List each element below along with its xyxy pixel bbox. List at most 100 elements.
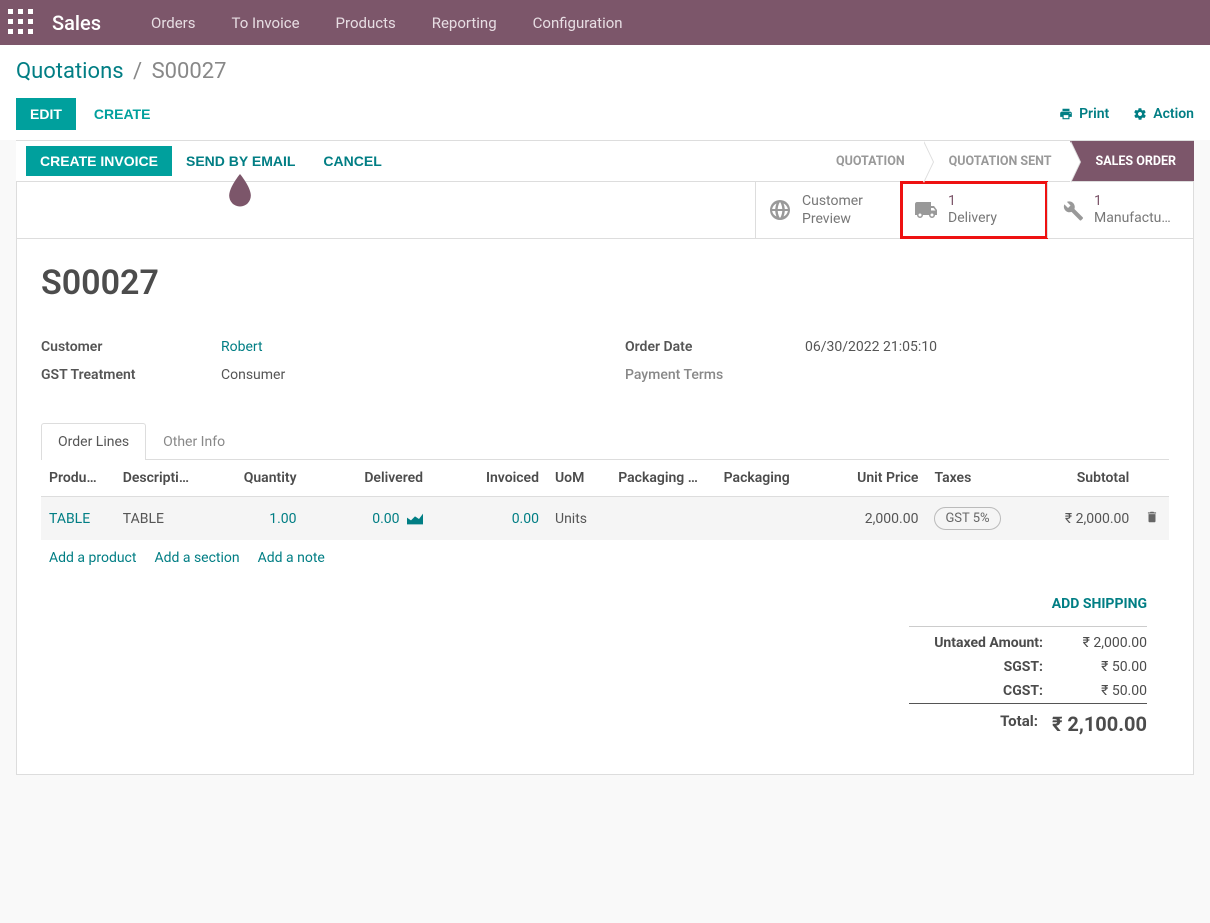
- sgst-value: ₹ 50.00: [1057, 659, 1147, 675]
- status-actions: CREATE INVOICE SEND BY EMAIL CANCEL: [16, 141, 396, 181]
- customer-value[interactable]: Robert: [221, 339, 263, 355]
- breadcrumb-root[interactable]: Quotations: [16, 59, 124, 84]
- breadcrumb: Quotations / S00027: [16, 59, 1194, 84]
- tab-order-lines[interactable]: Order Lines: [41, 423, 146, 460]
- col-product[interactable]: Produ…: [41, 460, 115, 497]
- menu-to-invoice[interactable]: To Invoice: [214, 14, 318, 32]
- add-section-link[interactable]: Add a section: [154, 550, 239, 566]
- send-by-email-button[interactable]: SEND BY EMAIL: [172, 153, 309, 169]
- col-subtotal[interactable]: Subtotal: [1021, 460, 1137, 497]
- action-label: Action: [1153, 106, 1194, 122]
- line-delivered[interactable]: 0.00: [305, 497, 432, 541]
- droplet-icon: [227, 174, 253, 204]
- stat-boxes: Customer Preview 1 Delivery 1 Manufactu…: [17, 182, 1193, 239]
- payment-terms-label: Payment Terms: [625, 367, 805, 383]
- gst-label: GST Treatment: [41, 367, 221, 383]
- sheet-wrap: Customer Preview 1 Delivery 1 Manufactu…: [0, 182, 1210, 805]
- sub-header: Quotations / S00027 EDIT CREATE Print Ac…: [0, 45, 1210, 140]
- fields-right: Order Date 06/30/2022 21:05:10 Payment T…: [625, 339, 1169, 395]
- breadcrumb-sep: /: [133, 59, 142, 84]
- add-product-link[interactable]: Add a product: [49, 550, 136, 566]
- menu-reporting[interactable]: Reporting: [414, 14, 515, 32]
- line-delete-button[interactable]: [1137, 497, 1169, 541]
- gst-value: Consumer: [221, 367, 285, 383]
- table-row[interactable]: TABLE TABLE 1.00 0.00 0.00 Units 2,000.0…: [41, 497, 1169, 541]
- order-number: S00027: [41, 263, 1169, 303]
- status-step-quotation[interactable]: QUOTATION: [810, 141, 923, 181]
- customer-preview-button[interactable]: Customer Preview: [755, 182, 901, 238]
- sgst-label: SGST:: [909, 659, 1057, 675]
- line-subtotal: ₹ 2,000.00: [1021, 497, 1137, 541]
- create-button[interactable]: CREATE: [94, 106, 151, 122]
- status-flow: QUOTATION QUOTATION SENT SALES ORDER: [810, 141, 1194, 181]
- manufacturing-label: Manufactu…: [1094, 209, 1171, 227]
- line-quantity[interactable]: 1.00: [210, 497, 305, 541]
- customer-preview-line1: Customer: [802, 192, 863, 210]
- col-delivered[interactable]: Delivered: [305, 460, 432, 497]
- left-actions: EDIT CREATE: [16, 98, 150, 130]
- manufacturing-count: 1: [1094, 193, 1171, 209]
- tabs: Order Lines Other Info: [41, 423, 1169, 460]
- chart-icon: [407, 513, 423, 525]
- line-product[interactable]: TABLE: [41, 497, 115, 541]
- main-menu: Orders To Invoice Products Reporting Con…: [133, 14, 641, 32]
- menu-configuration[interactable]: Configuration: [515, 14, 641, 32]
- top-nav: Sales Orders To Invoice Products Reporti…: [0, 0, 1210, 45]
- add-note-link[interactable]: Add a note: [258, 550, 325, 566]
- gear-icon: [1133, 107, 1147, 121]
- line-packaging-q: [610, 497, 715, 541]
- breadcrumb-leaf: S00027: [152, 59, 227, 84]
- delivery-count: 1: [948, 193, 997, 209]
- edit-button[interactable]: EDIT: [16, 98, 76, 130]
- add-shipping-button[interactable]: ADD SHIPPING: [909, 596, 1147, 612]
- menu-products[interactable]: Products: [318, 14, 414, 32]
- fields-left: Customer Robert GST Treatment Consumer: [41, 339, 585, 395]
- total-label: Total:: [909, 712, 1052, 736]
- customer-preview-line2: Preview: [802, 210, 863, 228]
- tab-other-info[interactable]: Other Info: [146, 423, 242, 460]
- col-unit-price[interactable]: Unit Price: [821, 460, 926, 497]
- col-packaging-q[interactable]: Packaging …: [610, 460, 715, 497]
- total-value: ₹ 2,100.00: [1052, 712, 1147, 736]
- action-row: EDIT CREATE Print Action: [16, 98, 1194, 130]
- truck-icon: [914, 198, 938, 222]
- add-row: Add a product Add a section Add a note: [41, 540, 1169, 576]
- menu-orders[interactable]: Orders: [133, 14, 214, 32]
- col-quantity[interactable]: Quantity: [210, 460, 305, 497]
- status-step-sales-order[interactable]: SALES ORDER: [1070, 141, 1194, 181]
- manufacturing-button[interactable]: 1 Manufactu…: [1047, 182, 1193, 238]
- summary-panel: ADD SHIPPING Untaxed Amount: ₹ 2,000.00 …: [909, 576, 1169, 750]
- print-label: Print: [1079, 106, 1109, 122]
- line-invoiced: 0.00: [431, 497, 547, 541]
- line-taxes: GST 5%: [926, 497, 1021, 541]
- apps-icon[interactable]: [8, 9, 36, 37]
- col-invoiced[interactable]: Invoiced: [431, 460, 547, 497]
- col-delete: [1137, 460, 1169, 497]
- globe-icon: [768, 198, 792, 222]
- customer-label: Customer: [41, 339, 221, 355]
- print-icon: [1059, 107, 1073, 121]
- col-packaging[interactable]: Packaging: [716, 460, 821, 497]
- delivery-button[interactable]: 1 Delivery: [901, 182, 1047, 238]
- wrench-icon: [1060, 198, 1084, 222]
- untaxed-value: ₹ 2,000.00: [1057, 635, 1147, 651]
- status-step-quotation-sent[interactable]: QUOTATION SENT: [923, 141, 1070, 181]
- cgst-value: ₹ 50.00: [1057, 683, 1147, 699]
- sheet-body: S00027 Customer Robert GST Treatment Con…: [17, 239, 1193, 774]
- col-taxes[interactable]: Taxes: [926, 460, 1021, 497]
- right-actions: Print Action: [1059, 106, 1194, 122]
- delivery-label: Delivery: [948, 209, 997, 227]
- untaxed-label: Untaxed Amount:: [909, 635, 1057, 651]
- create-invoice-button[interactable]: CREATE INVOICE: [26, 146, 172, 176]
- col-uom[interactable]: UoM: [547, 460, 610, 497]
- print-button[interactable]: Print: [1059, 106, 1109, 122]
- form-sheet: Customer Preview 1 Delivery 1 Manufactu…: [16, 182, 1194, 775]
- col-description[interactable]: Descripti…: [115, 460, 210, 497]
- order-fields: Customer Robert GST Treatment Consumer O…: [41, 339, 1169, 395]
- action-button[interactable]: Action: [1133, 106, 1194, 122]
- line-unit-price: 2,000.00: [821, 497, 926, 541]
- line-description: TABLE: [115, 497, 210, 541]
- app-name[interactable]: Sales: [52, 11, 101, 35]
- cancel-button[interactable]: CANCEL: [309, 153, 395, 169]
- order-date-value: 06/30/2022 21:05:10: [805, 339, 937, 355]
